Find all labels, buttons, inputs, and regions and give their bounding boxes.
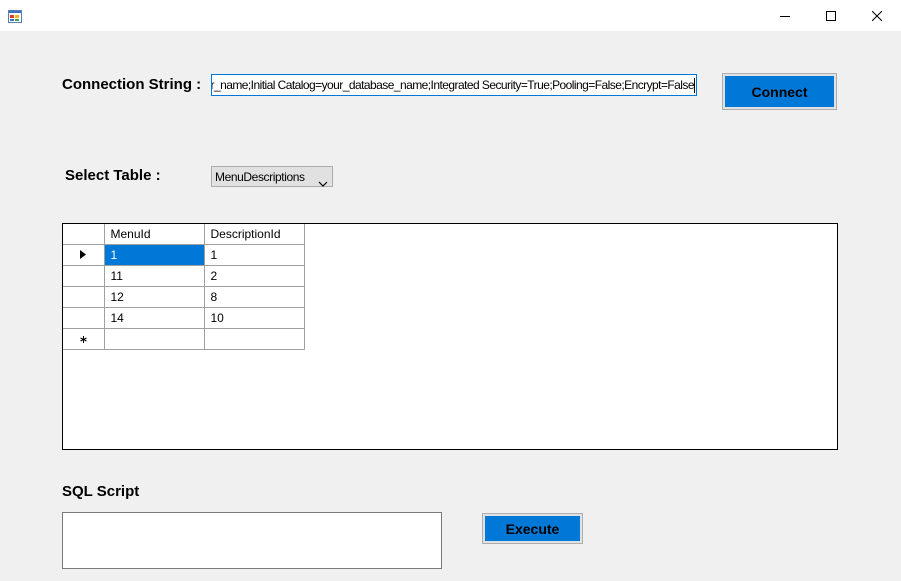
column-header-menuid[interactable]: MenuId	[103, 224, 205, 245]
table-row[interactable]: 14 10	[63, 306, 305, 329]
minimize-icon	[780, 11, 790, 21]
grid-header-row: MenuId DescriptionId	[63, 224, 305, 245]
row-header[interactable]	[63, 264, 105, 287]
sql-script-input[interactable]	[62, 512, 442, 569]
text-caret	[694, 78, 695, 93]
grid-cell[interactable]: 8	[203, 285, 305, 308]
current-row-arrow-icon	[80, 248, 87, 262]
row-header[interactable]	[63, 243, 105, 266]
execute-button-label: Execute	[485, 516, 580, 541]
table-row[interactable]: 1 1	[63, 243, 305, 266]
connection-string-input[interactable]: ver_name;Initial Catalog=your_database_n…	[211, 74, 697, 96]
maximize-icon	[826, 10, 836, 21]
grid-cell[interactable]: 14	[103, 306, 205, 329]
grid-cell[interactable]: 1	[203, 243, 305, 266]
connection-string-value: ver_name;Initial Catalog=your_database_n…	[211, 78, 695, 92]
column-header-descriptionid[interactable]: DescriptionId	[203, 224, 305, 245]
sql-script-label: SQL Script	[62, 483, 140, 500]
connect-button[interactable]: Connect	[722, 73, 837, 110]
grid-cell[interactable]: 11	[103, 264, 205, 287]
table-row[interactable]: 12 8	[63, 285, 305, 308]
close-button[interactable]	[854, 0, 900, 31]
grid-cell[interactable]: 10	[203, 306, 305, 329]
execute-button[interactable]: Execute	[482, 513, 583, 544]
grid-cell-new[interactable]	[203, 327, 305, 350]
grid-cell[interactable]: 2	[203, 264, 305, 287]
close-icon	[872, 10, 882, 21]
table-select-dropdown[interactable]: MenuDescriptions	[211, 166, 333, 187]
grid-cell[interactable]: 12	[103, 285, 205, 308]
new-row[interactable]	[63, 327, 305, 350]
table-select-value: MenuDescriptions	[215, 170, 305, 184]
row-header[interactable]	[63, 285, 105, 308]
connection-string-label: Connection String :	[62, 76, 202, 93]
maximize-button[interactable]	[808, 0, 854, 31]
chevron-down-icon[interactable]	[318, 173, 328, 192]
table-row[interactable]: 11 2	[63, 264, 305, 287]
title-bar[interactable]	[0, 0, 901, 31]
select-table-label: Select Table :	[65, 167, 161, 184]
data-grid[interactable]: MenuId DescriptionId 1 1 11 2 12 8 14 10	[62, 223, 838, 450]
form-app-icon[interactable]	[8, 8, 22, 23]
new-row-asterisk-icon	[80, 332, 87, 346]
data-grid-table: MenuId DescriptionId 1 1 11 2 12 8 14 10	[63, 224, 305, 350]
minimize-button[interactable]	[762, 0, 808, 31]
row-header[interactable]	[63, 327, 105, 350]
grid-cell[interactable]: 1	[103, 243, 205, 266]
connect-button-label: Connect	[725, 76, 834, 107]
grid-cell-new[interactable]	[103, 327, 205, 350]
row-header[interactable]	[63, 306, 105, 329]
grid-corner-header[interactable]	[63, 224, 105, 245]
